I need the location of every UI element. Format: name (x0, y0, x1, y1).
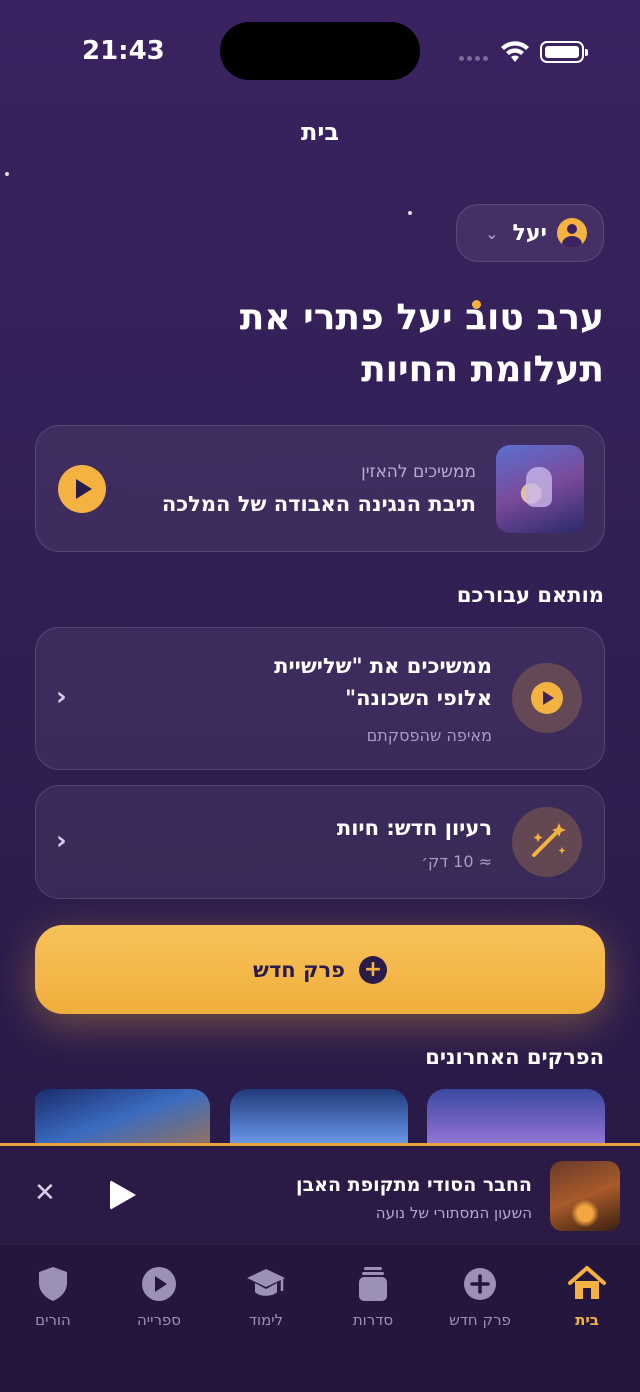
home-icon (566, 1263, 608, 1305)
close-icon[interactable]: ✕ (34, 1178, 56, 1208)
user-avatar-icon (557, 218, 587, 248)
recommendation-title: ממשיכים את "שלישיית אלופי השכונה" (162, 650, 492, 714)
tab-label: סדרות (352, 1311, 394, 1329)
recommendation-subtitle: מאיפה שהפסקתם (366, 726, 492, 745)
tab-parents[interactable]: הורים (3, 1263, 103, 1329)
mini-player-artwork (550, 1161, 620, 1231)
tab-library[interactable]: ספרייה (109, 1263, 209, 1329)
plus-circle-icon (459, 1263, 501, 1305)
continue-listening-card[interactable]: ממשיכים להאזין תיבת הנגינה האבודה של המל… (35, 425, 605, 552)
recent-chapter-thumbnail[interactable] (230, 1089, 408, 1144)
recent-chapter-thumbnail[interactable] (427, 1089, 605, 1144)
continue-listening-title: תיבת הנגינה האבודה של המלכה (161, 492, 476, 516)
star-decoration (408, 211, 412, 215)
recommendation-title: רעיון חדש: חיות (336, 816, 492, 840)
new-chapter-label: פרק חדש (253, 957, 345, 982)
battery-icon (540, 41, 588, 63)
tab-learning[interactable]: לימוד (216, 1263, 316, 1329)
play-circle-icon (138, 1263, 180, 1305)
shield-icon (32, 1263, 74, 1305)
series-icon (352, 1263, 394, 1305)
recommendation-title-line-2: אלופי השכונה" (345, 686, 492, 710)
tab-label: לימוד (248, 1311, 284, 1329)
greeting-line-1: ערב טוב יעל פתרי את (239, 297, 604, 338)
graduation-cap-icon (245, 1263, 287, 1305)
mini-player[interactable]: החבר הסודי מתקופת האבן השעון המסתורי של … (0, 1143, 640, 1243)
recent-chapters-title: הפרקים האחרונים (425, 1045, 604, 1069)
recommendation-duration: ≈ 10 דק׳ (421, 852, 492, 871)
tab-series[interactable]: סדרות (323, 1263, 423, 1329)
tab-bar: בית פרק חדש סדרות לימוד ספרייה הורים (0, 1244, 640, 1392)
dynamic-island (220, 22, 420, 80)
recommended-section-title: מותאם עבורכם (456, 583, 604, 607)
magic-wand-icon (512, 807, 582, 877)
wifi-icon (501, 41, 529, 62)
chevron-left-icon: ‹ (56, 826, 67, 856)
tab-label: הורים (35, 1311, 71, 1329)
recommendation-card[interactable]: רעיון חדש: חיות ≈ 10 דק׳ ‹ (35, 785, 605, 899)
recommendation-card[interactable]: ממשיכים את "שלישיית אלופי השכונה" מאיפה … (35, 627, 605, 770)
page-title: בית (300, 118, 340, 146)
recommendation-title-line-1: ממשיכים את "שלישיית (274, 654, 492, 678)
status-bar: 21:43 (0, 0, 640, 100)
new-chapter-button[interactable]: + פרק חדש (35, 925, 605, 1014)
greeting-heading: ערב טוב יעל פתרי את תעלומת החיות (204, 292, 604, 396)
recent-chapter-thumbnail[interactable] (35, 1089, 210, 1144)
star-decoration (5, 172, 9, 176)
status-time: 21:43 (82, 36, 165, 66)
play-icon[interactable] (110, 1180, 136, 1210)
story-cover-image (496, 445, 584, 533)
mini-player-subtitle: השעון המסתורי של נועה (375, 1204, 532, 1222)
greeting-line-2: תעלומת החיות (361, 349, 604, 390)
tab-label: ספרייה (136, 1311, 182, 1329)
tab-label: פרק חדש (449, 1311, 511, 1329)
greeting-dot (472, 300, 481, 309)
continue-listening-label: ממשיכים להאזין (361, 462, 476, 482)
user-selector[interactable]: יעל ⌄ (456, 204, 604, 262)
tab-home[interactable]: בית (537, 1263, 637, 1329)
cellular-signal-icon (459, 56, 488, 61)
recent-chapters-list (35, 1089, 605, 1144)
chevron-down-icon: ⌄ (485, 223, 499, 243)
mini-player-title: החבר הסודי מתקופת האבן (296, 1174, 532, 1196)
play-icon (512, 663, 582, 733)
user-name: יעל (512, 220, 547, 246)
chevron-left-icon: ‹ (56, 682, 67, 712)
tab-new-chapter[interactable]: פרק חדש (430, 1263, 530, 1329)
play-button[interactable] (58, 465, 106, 513)
plus-icon: + (358, 955, 387, 984)
tab-label: בית (575, 1311, 599, 1329)
